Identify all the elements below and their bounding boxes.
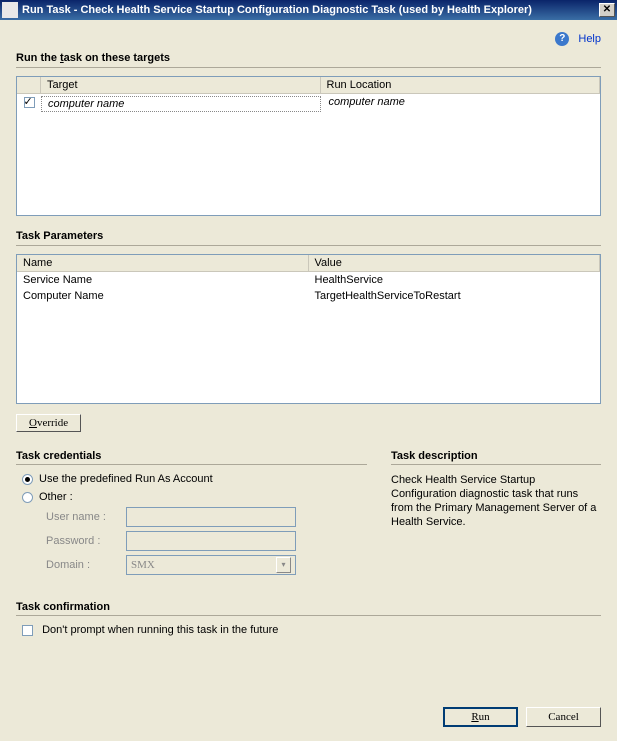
col-name[interactable]: Name — [17, 255, 309, 271]
chevron-down-icon: ▾ — [276, 557, 291, 573]
cancel-button[interactable]: Cancel — [526, 707, 601, 727]
titlebar: Run Task - Check Health Service Startup … — [0, 0, 617, 20]
description-text: Check Health Service Startup Configurati… — [391, 473, 601, 529]
window-title: Run Task - Check Health Service Startup … — [22, 4, 599, 16]
col-target[interactable]: Target — [41, 77, 321, 93]
username-label: User name : — [46, 511, 126, 523]
credentials-heading: Task credentials — [16, 450, 367, 462]
table-row[interactable]: Computer Name TargetHealthServiceToResta… — [17, 288, 600, 304]
help-icon[interactable]: ? — [555, 32, 569, 46]
confirmation-heading: Task confirmation — [16, 601, 601, 613]
radio-other[interactable]: Other : — [22, 491, 367, 503]
domain-combo: SMX ▾ — [126, 555, 296, 575]
override-button[interactable]: Override — [16, 414, 81, 432]
targets-heading: Run the task on these targets — [16, 52, 601, 64]
targets-header: Target Run Location — [17, 77, 600, 94]
description-heading: Task description — [391, 450, 601, 462]
params-heading: Task Parameters — [16, 230, 601, 242]
targets-list[interactable]: Target Run Location computer name comput… — [16, 76, 601, 216]
close-button[interactable]: ✕ — [599, 3, 615, 17]
run-button[interactable]: Run — [443, 707, 518, 727]
radio-icon[interactable] — [22, 492, 33, 503]
radio-icon[interactable] — [22, 474, 33, 485]
domain-label: Domain : — [46, 559, 126, 571]
confirm-checkbox[interactable] — [22, 625, 33, 636]
col-location[interactable]: Run Location — [321, 77, 601, 93]
username-field — [126, 507, 296, 527]
help-link[interactable]: Help — [578, 33, 601, 45]
window-icon — [2, 2, 18, 18]
params-list[interactable]: Name Value Service Name HealthService Co… — [16, 254, 601, 404]
target-checkbox[interactable] — [24, 97, 35, 108]
col-value[interactable]: Value — [309, 255, 601, 271]
radio-predefined[interactable]: Use the predefined Run As Account — [22, 473, 367, 485]
table-row[interactable]: Service Name HealthService — [17, 272, 600, 288]
password-field — [126, 531, 296, 551]
password-label: Password : — [46, 535, 126, 547]
params-header: Name Value — [17, 255, 600, 272]
confirm-checkbox-row[interactable]: Don't prompt when running this task in t… — [22, 624, 601, 636]
table-row[interactable]: computer name computer name — [17, 94, 600, 114]
